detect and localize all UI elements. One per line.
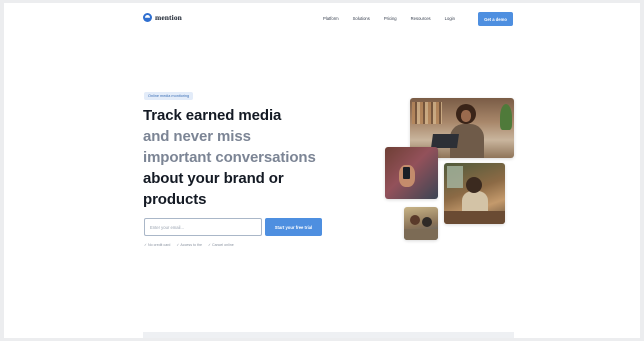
person-head xyxy=(422,217,432,227)
logo-mark-icon xyxy=(143,13,152,22)
perk-item: ✓No credit card xyxy=(144,243,171,247)
plant-detail xyxy=(500,104,512,130)
next-section-edge xyxy=(143,332,514,338)
hero-headline: Track earned media and never miss import… xyxy=(143,105,343,210)
check-icon: ✓ xyxy=(144,243,148,247)
hero-photo-cafe xyxy=(444,163,505,224)
nav-item-resources[interactable]: Resources xyxy=(411,16,431,21)
hero-photo-phone xyxy=(385,147,438,199)
check-icon: ✓ xyxy=(207,243,211,247)
person-head xyxy=(410,215,420,225)
headline-line-2: and never miss xyxy=(143,128,251,145)
laptop-detail xyxy=(431,134,459,148)
perk-item: ✓Cancel online xyxy=(207,243,234,247)
headline-line-1: Track earned media xyxy=(143,107,282,124)
table-detail xyxy=(404,229,438,240)
nav-item-pricing[interactable]: Pricing xyxy=(384,16,397,21)
shelf-detail xyxy=(412,102,442,124)
email-input[interactable] xyxy=(144,218,262,236)
get-demo-button[interactable]: Get a demo xyxy=(478,12,513,26)
headline-line-5: products xyxy=(143,191,207,208)
page-frame: mention Platform Solutions Pricing Resou… xyxy=(4,3,640,338)
check-icon: ✓ xyxy=(176,243,180,247)
hero-photo-meeting xyxy=(404,207,438,240)
nav-item-platform[interactable]: Platform xyxy=(323,16,339,21)
perks-list: ✓No credit card ✓Access to the ✓Cancel o… xyxy=(144,243,234,247)
table-detail xyxy=(444,211,505,224)
perk-item: ✓Access to the xyxy=(176,243,202,247)
logo-text: mention xyxy=(155,13,182,22)
headline-line-4: about your brand or xyxy=(143,170,284,187)
window-detail xyxy=(447,166,463,188)
main-nav: Platform Solutions Pricing Resources Log… xyxy=(323,16,455,21)
person-head xyxy=(466,177,482,193)
nav-item-login[interactable]: Login xyxy=(445,16,455,21)
hero-badge: Online media monitoring xyxy=(144,92,194,100)
start-trial-button[interactable]: Start your free trial xyxy=(265,218,322,236)
logo[interactable]: mention xyxy=(143,13,182,22)
nav-item-solutions[interactable]: Solutions xyxy=(353,16,370,21)
phone-detail xyxy=(403,167,410,179)
person-face xyxy=(461,110,471,122)
headline-line-3: important conversations xyxy=(143,149,316,166)
